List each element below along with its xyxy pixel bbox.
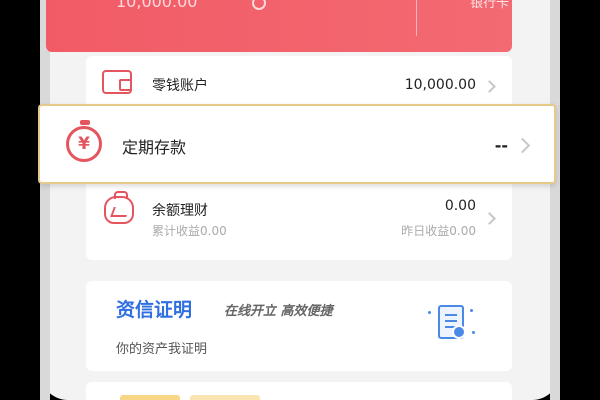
banner-divider <box>416 0 417 36</box>
balance-banner[interactable]: 10,000.00 银行卡 <box>46 0 512 52</box>
certificate-tagline: 在线开立 高效便捷 <box>224 304 333 319</box>
wallet-value: 10,000.00 <box>404 77 476 93</box>
next-card[interactable] <box>86 382 512 400</box>
next-card-title-peek <box>120 395 180 400</box>
wealth-title: 余额理财 <box>152 203 208 219</box>
wallet-row[interactable]: 零钱账户 10,000.00 <box>86 56 512 110</box>
fixed-deposit-value: -- <box>494 136 508 155</box>
wealth-yesterday: 昨日收益0.00 <box>401 224 476 238</box>
phone-frame-right <box>550 0 560 400</box>
wealth-cumulative: 累计收益0.00 <box>152 224 227 238</box>
wallet-title: 零钱账户 <box>152 78 208 94</box>
wealth-value: 0.00 <box>444 198 476 214</box>
certificate-title: 资信证明 <box>116 299 193 321</box>
certificate-subtitle: 你的资产我证明 <box>116 342 208 357</box>
certificate-card[interactable]: 资信证明 在线开立 高效便捷 你的资产我证明 <box>86 281 512 371</box>
certificate-badge-icon <box>452 325 466 339</box>
money-bag-icon <box>104 191 134 224</box>
eye-icon[interactable] <box>252 0 266 10</box>
fixed-deposit-row[interactable]: ¥ 定期存款 -- <box>38 104 556 184</box>
bank-card-link[interactable]: 银行卡 <box>470 0 509 11</box>
banner-balance: 10,000.00 <box>116 0 198 11</box>
chevron-right-icon <box>483 212 496 225</box>
chevron-right-icon <box>483 80 496 93</box>
sparkle-icon <box>428 311 431 314</box>
sparkle-icon <box>472 331 475 334</box>
fixed-deposit-title: 定期存款 <box>122 138 187 157</box>
wallet-icon <box>102 70 132 94</box>
next-card-title-peek <box>190 395 260 400</box>
sparkle-icon <box>470 309 473 312</box>
wealth-row[interactable]: 余额理财 0.00 累计收益0.00 昨日收益0.00 <box>86 186 512 250</box>
chevron-right-icon <box>514 137 531 154</box>
timer-yuan-icon: ¥ <box>66 120 102 162</box>
phone-frame-left <box>40 0 50 400</box>
